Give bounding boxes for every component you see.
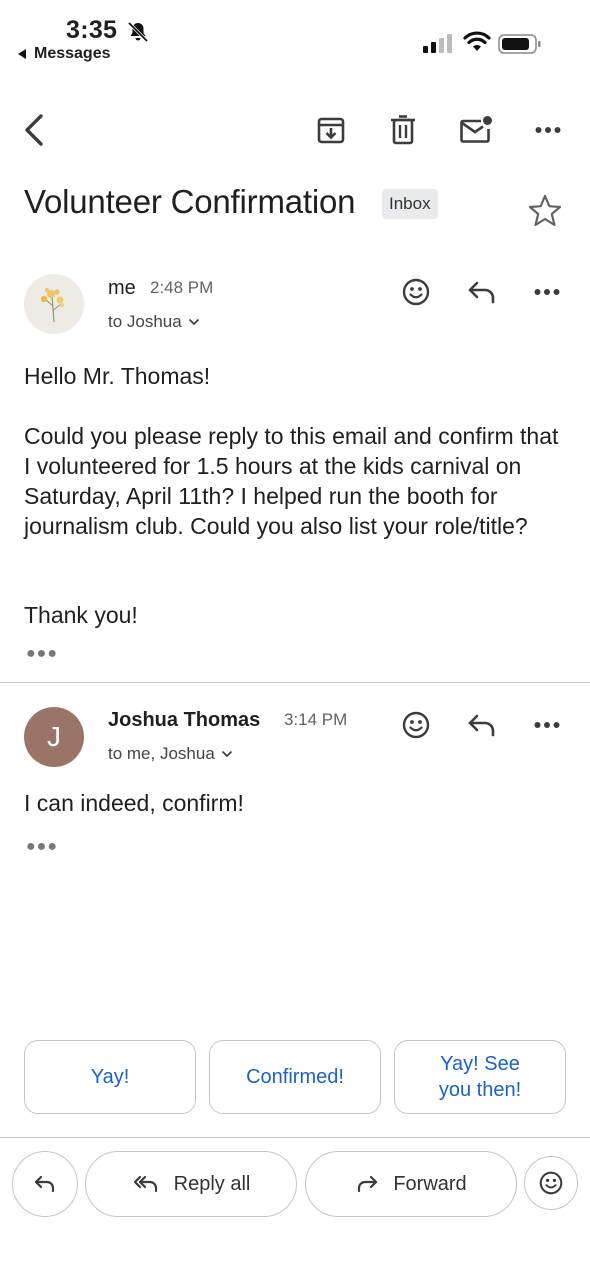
archive-icon: [317, 117, 345, 144]
star-icon[interactable]: [527, 193, 563, 229]
reply-all-label: Reply all: [173, 1172, 251, 1195]
inbox-label-chip[interactable]: Inbox: [382, 189, 438, 219]
emoji-icon: [402, 278, 430, 306]
reply-icon: [468, 281, 495, 304]
more-icon: [535, 127, 561, 133]
archive-button[interactable]: [311, 110, 351, 150]
forward-label: Forward: [393, 1172, 467, 1195]
back-arrow-icon: [25, 114, 43, 146]
chevron-down-icon: [188, 318, 199, 326]
trash-icon: [391, 115, 415, 145]
smart-reply-button[interactable]: Confirmed!: [209, 1040, 381, 1114]
more-icon: [534, 722, 560, 728]
add-reaction-button[interactable]: [397, 273, 435, 311]
reply-action-button[interactable]: [12, 1151, 78, 1217]
mark-unread-icon: [460, 116, 492, 143]
back-app-label: Messages: [34, 45, 111, 62]
reply-icon: [468, 714, 495, 737]
forward-button[interactable]: Forward: [305, 1151, 517, 1217]
flower-avatar-icon: [40, 287, 64, 323]
message-body-signoff: Thank you!: [24, 602, 138, 628]
mark-unread-button[interactable]: [456, 110, 496, 150]
delete-button[interactable]: [383, 110, 423, 150]
actions-divider: [0, 1137, 590, 1138]
emoji-reaction-button[interactable]: [524, 1156, 578, 1210]
reply-button[interactable]: [463, 706, 501, 744]
back-button[interactable]: [14, 110, 54, 150]
battery-icon: [498, 34, 541, 54]
smart-reply-label: Yay! See you then!: [438, 1053, 522, 1101]
smart-reply-button[interactable]: Yay! See you then!: [394, 1040, 566, 1114]
emoji-icon: [539, 1171, 563, 1195]
smart-reply-button[interactable]: Yay!: [24, 1040, 196, 1114]
back-to-messages-link[interactable]: Messages: [18, 45, 111, 63]
recipients-text: to Joshua: [108, 312, 182, 331]
avatar[interactable]: J: [24, 707, 84, 767]
bell-muted-icon: [127, 21, 149, 43]
reply-all-icon: [133, 1175, 157, 1193]
emoji-icon: [402, 711, 430, 739]
message-body-paragraph: Could you please reply to this email and…: [24, 423, 559, 539]
status-time: 3:35: [66, 16, 118, 44]
reply-all-button[interactable]: Reply all: [85, 1151, 297, 1217]
reply-icon: [34, 1175, 55, 1193]
message-time: 2:48 PM: [150, 278, 214, 297]
more-options-button[interactable]: [528, 110, 568, 150]
wifi-icon: [463, 31, 491, 51]
recipients-text: to me, Joshua: [108, 744, 215, 763]
forward-icon: [358, 1175, 378, 1193]
sender-name: me: [108, 277, 136, 299]
message-more-button[interactable]: [528, 706, 566, 744]
reply-button[interactable]: [463, 273, 501, 311]
avatar-letter: J: [47, 721, 61, 752]
message-body-greeting: Hello Mr. Thomas!: [24, 363, 211, 389]
sender-name: Joshua Thomas: [108, 709, 261, 731]
back-triangle-icon: [18, 49, 26, 59]
recipients-toggle[interactable]: to Joshua: [108, 312, 200, 332]
message-more-button[interactable]: [528, 273, 566, 311]
more-icon: [534, 289, 560, 295]
show-trimmed-content-button[interactable]: ●●●: [26, 645, 58, 663]
message-body: I can indeed, confirm!: [24, 790, 244, 816]
signal-icon: [423, 34, 452, 53]
avatar[interactable]: [24, 274, 84, 334]
message-divider: [0, 682, 590, 683]
show-trimmed-content-button[interactable]: ●●●: [26, 838, 58, 856]
add-reaction-button[interactable]: [397, 706, 435, 744]
email-subject: Volunteer Confirmation: [24, 183, 356, 220]
message-time: 3:14 PM: [284, 710, 348, 729]
recipients-toggle[interactable]: to me, Joshua: [108, 744, 233, 764]
chevron-down-icon: [221, 750, 232, 758]
